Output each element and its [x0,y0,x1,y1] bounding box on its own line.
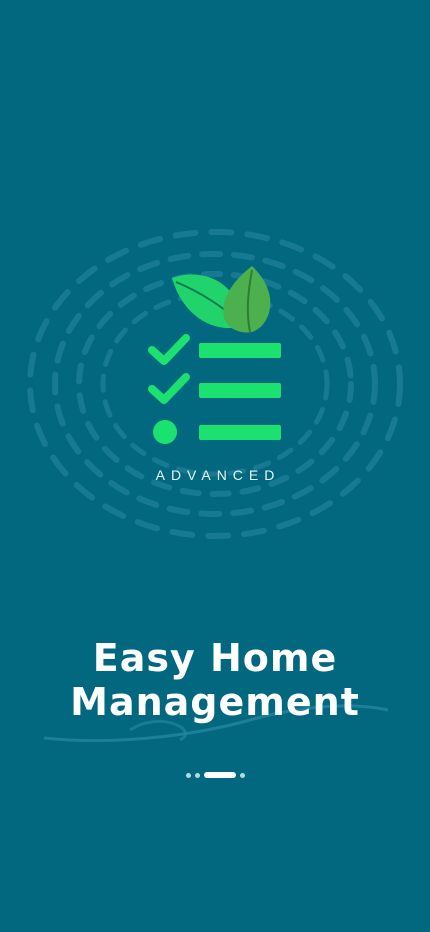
page-dot-1[interactable] [185,772,191,778]
title-line-1: Easy Home [92,636,338,680]
background-rings [27,229,403,539]
onboarding-title: Easy Home Management [0,636,430,724]
brand-wordmark: ADVANCED [155,467,281,483]
page-dot-3-active[interactable] [203,772,236,778]
title-line-2: Management [70,680,360,724]
page-dot-4[interactable] [239,772,245,778]
onboarding-screen: ADVANCED Easy Home Management [0,0,430,932]
page-dot-2[interactable] [194,772,200,778]
page-indicator [0,771,430,779]
checklist-leaf-icon [148,266,281,444]
